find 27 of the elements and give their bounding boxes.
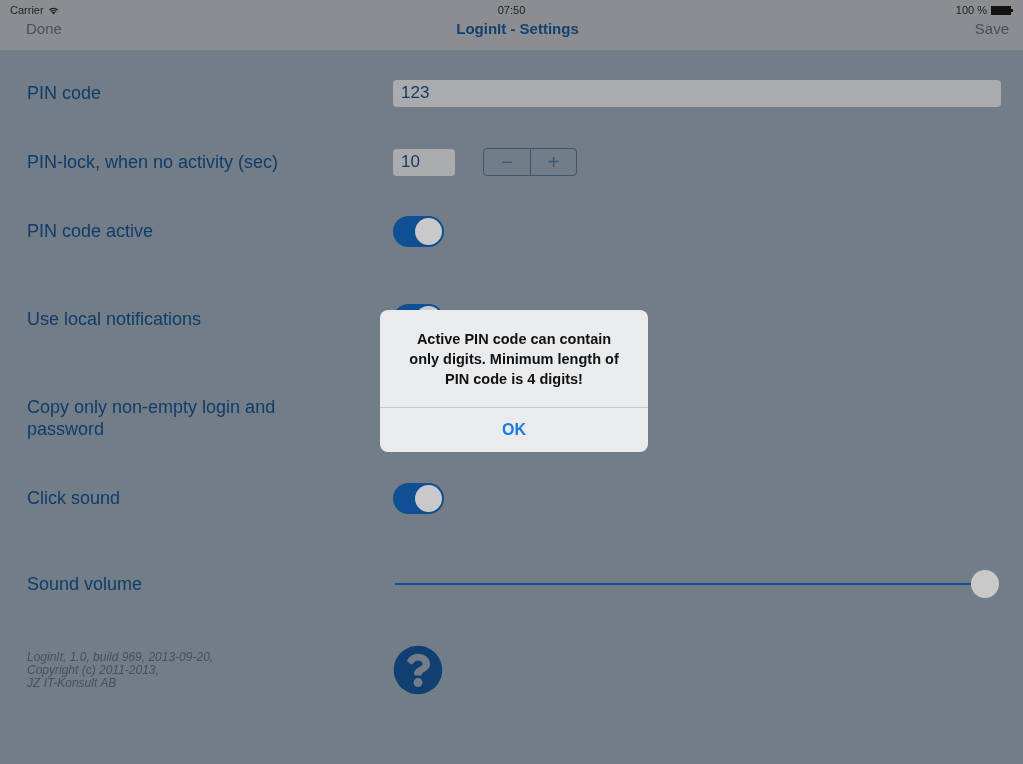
setting-label: PIN-lock, when no activity (sec) (27, 151, 280, 173)
setting-label: Use local notifications (27, 308, 203, 330)
ok-button[interactable]: OK (380, 408, 648, 452)
slider-thumb[interactable] (971, 570, 999, 598)
setting-label: Copy only non-empty login and password (27, 396, 277, 440)
toggle-switch[interactable] (393, 482, 444, 514)
help-icon[interactable] (393, 645, 443, 695)
battery-icon (991, 5, 1013, 15)
volume-slider[interactable] (393, 569, 1001, 599)
setting-label: PIN code active (27, 220, 155, 242)
done-button[interactable]: Done (26, 20, 457, 37)
stepper[interactable]: − + (483, 148, 577, 176)
save-button[interactable]: Save (974, 20, 1009, 37)
decrement-button[interactable]: − (484, 149, 530, 175)
setting-label: PIN code (27, 82, 103, 104)
clock: 07:50 (497, 4, 526, 16)
wifi-icon (47, 5, 59, 15)
pin-code-field[interactable]: 123 (393, 79, 1001, 107)
toggle-switch[interactable] (393, 215, 444, 247)
setting-label: Click sound (27, 487, 122, 509)
carrier-label: Carrier (10, 4, 44, 16)
screen-title: LoginIt - Settings (456, 20, 579, 37)
setting-label: Sound volume (27, 573, 144, 595)
battery-percent: 100 % (955, 4, 987, 16)
alert-message: Active PIN code can contain only digits. Minimum length of PIN code is 4 digits! (380, 310, 648, 408)
increment-button[interactable]: + (530, 149, 576, 175)
timeout-field[interactable]: 10 (393, 148, 455, 176)
